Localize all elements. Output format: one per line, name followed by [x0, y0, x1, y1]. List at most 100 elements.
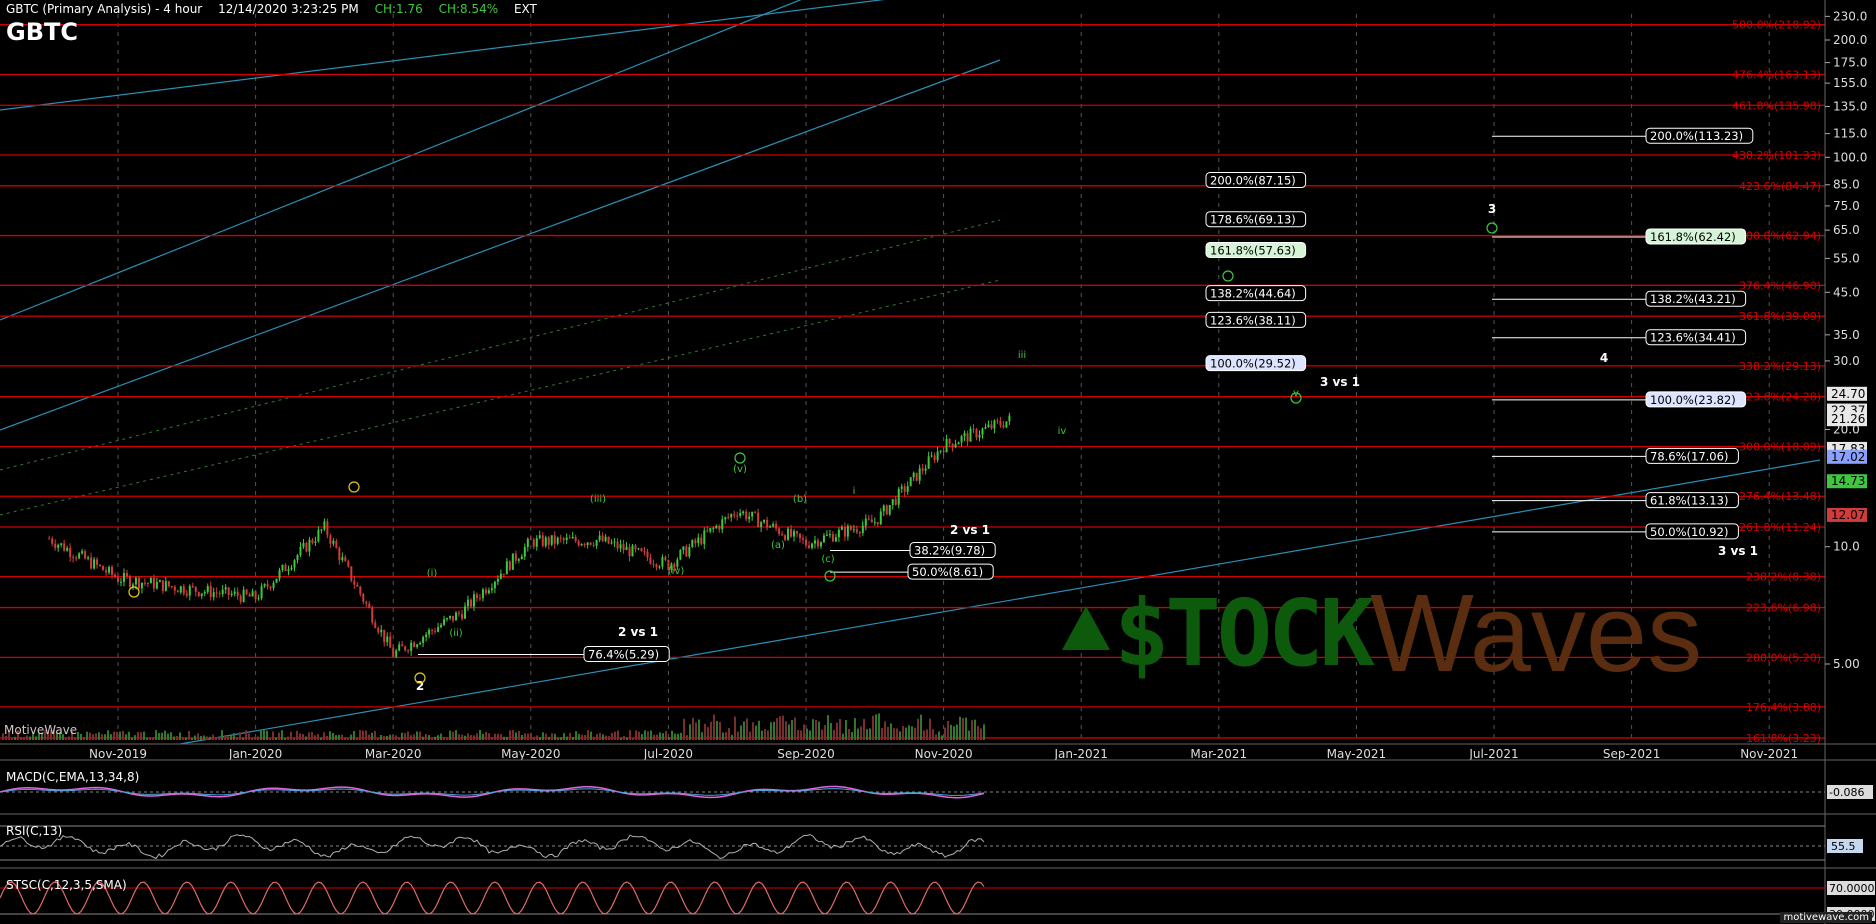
volume-bar	[128, 731, 130, 740]
candle-body	[900, 486, 903, 489]
candle-body	[398, 644, 401, 651]
candle-body	[48, 538, 51, 540]
volume-bar	[428, 735, 430, 740]
price-tag: 24.70	[1831, 387, 1865, 401]
volume-bar	[869, 728, 871, 740]
candle-body	[888, 504, 891, 515]
candle-body	[455, 612, 458, 621]
volume-bar	[941, 735, 943, 740]
candle-body	[505, 561, 508, 575]
candle-body	[496, 578, 499, 582]
candle-body	[966, 433, 969, 442]
volume-bar	[98, 732, 100, 740]
volume-bar	[287, 736, 289, 740]
volume-bar	[491, 737, 493, 740]
candle-body	[688, 547, 691, 557]
candle-body	[987, 424, 990, 428]
volume-bar	[980, 728, 982, 740]
volume-bar	[638, 731, 640, 740]
stsc-label: STSC(C,12,3,5,SMA)	[6, 878, 127, 892]
volume-bar	[599, 732, 601, 740]
candle-body	[392, 647, 395, 657]
candle-body	[227, 587, 230, 596]
fib-level-label: 461.8%(135.98)	[1732, 99, 1821, 112]
volume-bar	[680, 732, 682, 740]
candle-body	[81, 551, 84, 554]
volume-bar	[467, 733, 469, 740]
volume-bar	[431, 737, 433, 740]
candle-body	[87, 557, 90, 559]
candle-body	[236, 591, 239, 597]
candle-body	[499, 573, 502, 579]
candle-body	[96, 559, 99, 565]
candle-body	[718, 525, 721, 530]
volume-bar	[554, 733, 556, 740]
volume-bar	[227, 736, 229, 740]
volume-bar	[392, 734, 394, 740]
volume-bar	[179, 732, 181, 740]
volume-bar	[641, 734, 643, 740]
candle-body	[574, 536, 577, 542]
volume-bar	[149, 737, 151, 740]
fib-box-label: 161.8%(57.63)	[1210, 243, 1296, 257]
volume-bar	[77, 731, 79, 740]
volume-bar	[233, 733, 235, 740]
volume-bar	[83, 736, 85, 740]
candle-body	[822, 535, 825, 543]
session-label: EXT	[513, 2, 537, 16]
candle-body	[873, 522, 876, 524]
candle-body	[790, 528, 793, 537]
volume-bar	[935, 734, 937, 740]
x-tick-label: Mar-2021	[1190, 747, 1247, 761]
y-tick-label: 65.0	[1833, 223, 1860, 237]
candle-body	[661, 557, 664, 567]
candle-body	[999, 421, 1002, 426]
candle-body	[664, 557, 667, 560]
candle-body	[568, 537, 571, 539]
volume-bar	[332, 732, 334, 740]
candle-body	[849, 525, 852, 530]
volume-bar	[272, 731, 274, 740]
candle-body	[975, 429, 978, 438]
candle-body	[649, 557, 652, 564]
candle-body	[293, 560, 296, 568]
volume-bar	[479, 730, 481, 740]
candle-body	[446, 618, 449, 620]
candle-body	[90, 557, 93, 569]
volume-bar	[383, 735, 385, 740]
volume-bar	[953, 726, 955, 740]
volume-bar	[293, 737, 295, 740]
candle-body	[598, 535, 601, 541]
candle-body	[978, 434, 981, 438]
volume-bar	[662, 733, 664, 740]
volume-bar	[566, 736, 568, 740]
volume-bar	[974, 719, 976, 740]
volume-bar	[857, 728, 859, 740]
volume-bar	[707, 727, 709, 740]
volume-bar	[488, 733, 490, 740]
wave-label: 2 vs 1	[950, 523, 990, 537]
volume-bar	[956, 724, 958, 740]
volume-bar	[881, 728, 883, 740]
volume-bar	[302, 734, 304, 740]
x-tick-label: May-2020	[501, 747, 560, 761]
volume-bar	[533, 736, 535, 740]
fib-level-label: 223.6%(6.98)	[1746, 602, 1821, 615]
candle-body	[296, 555, 299, 561]
candle-body	[517, 559, 520, 561]
candle-body	[302, 542, 305, 547]
candle-body	[891, 499, 894, 505]
candle-body	[957, 442, 960, 445]
candle-body	[559, 537, 562, 539]
candle-body	[993, 420, 996, 429]
volume-bar	[962, 717, 964, 740]
candle-body	[428, 629, 431, 635]
fib-box-label: 138.2%(43.21)	[1650, 292, 1736, 306]
candle-body	[592, 544, 595, 546]
candle-body	[437, 627, 440, 632]
volume-bar	[923, 730, 925, 740]
volume-bar	[284, 737, 286, 740]
volume-bar	[749, 731, 751, 740]
candle-body	[290, 567, 293, 570]
volume-bar	[104, 734, 106, 740]
